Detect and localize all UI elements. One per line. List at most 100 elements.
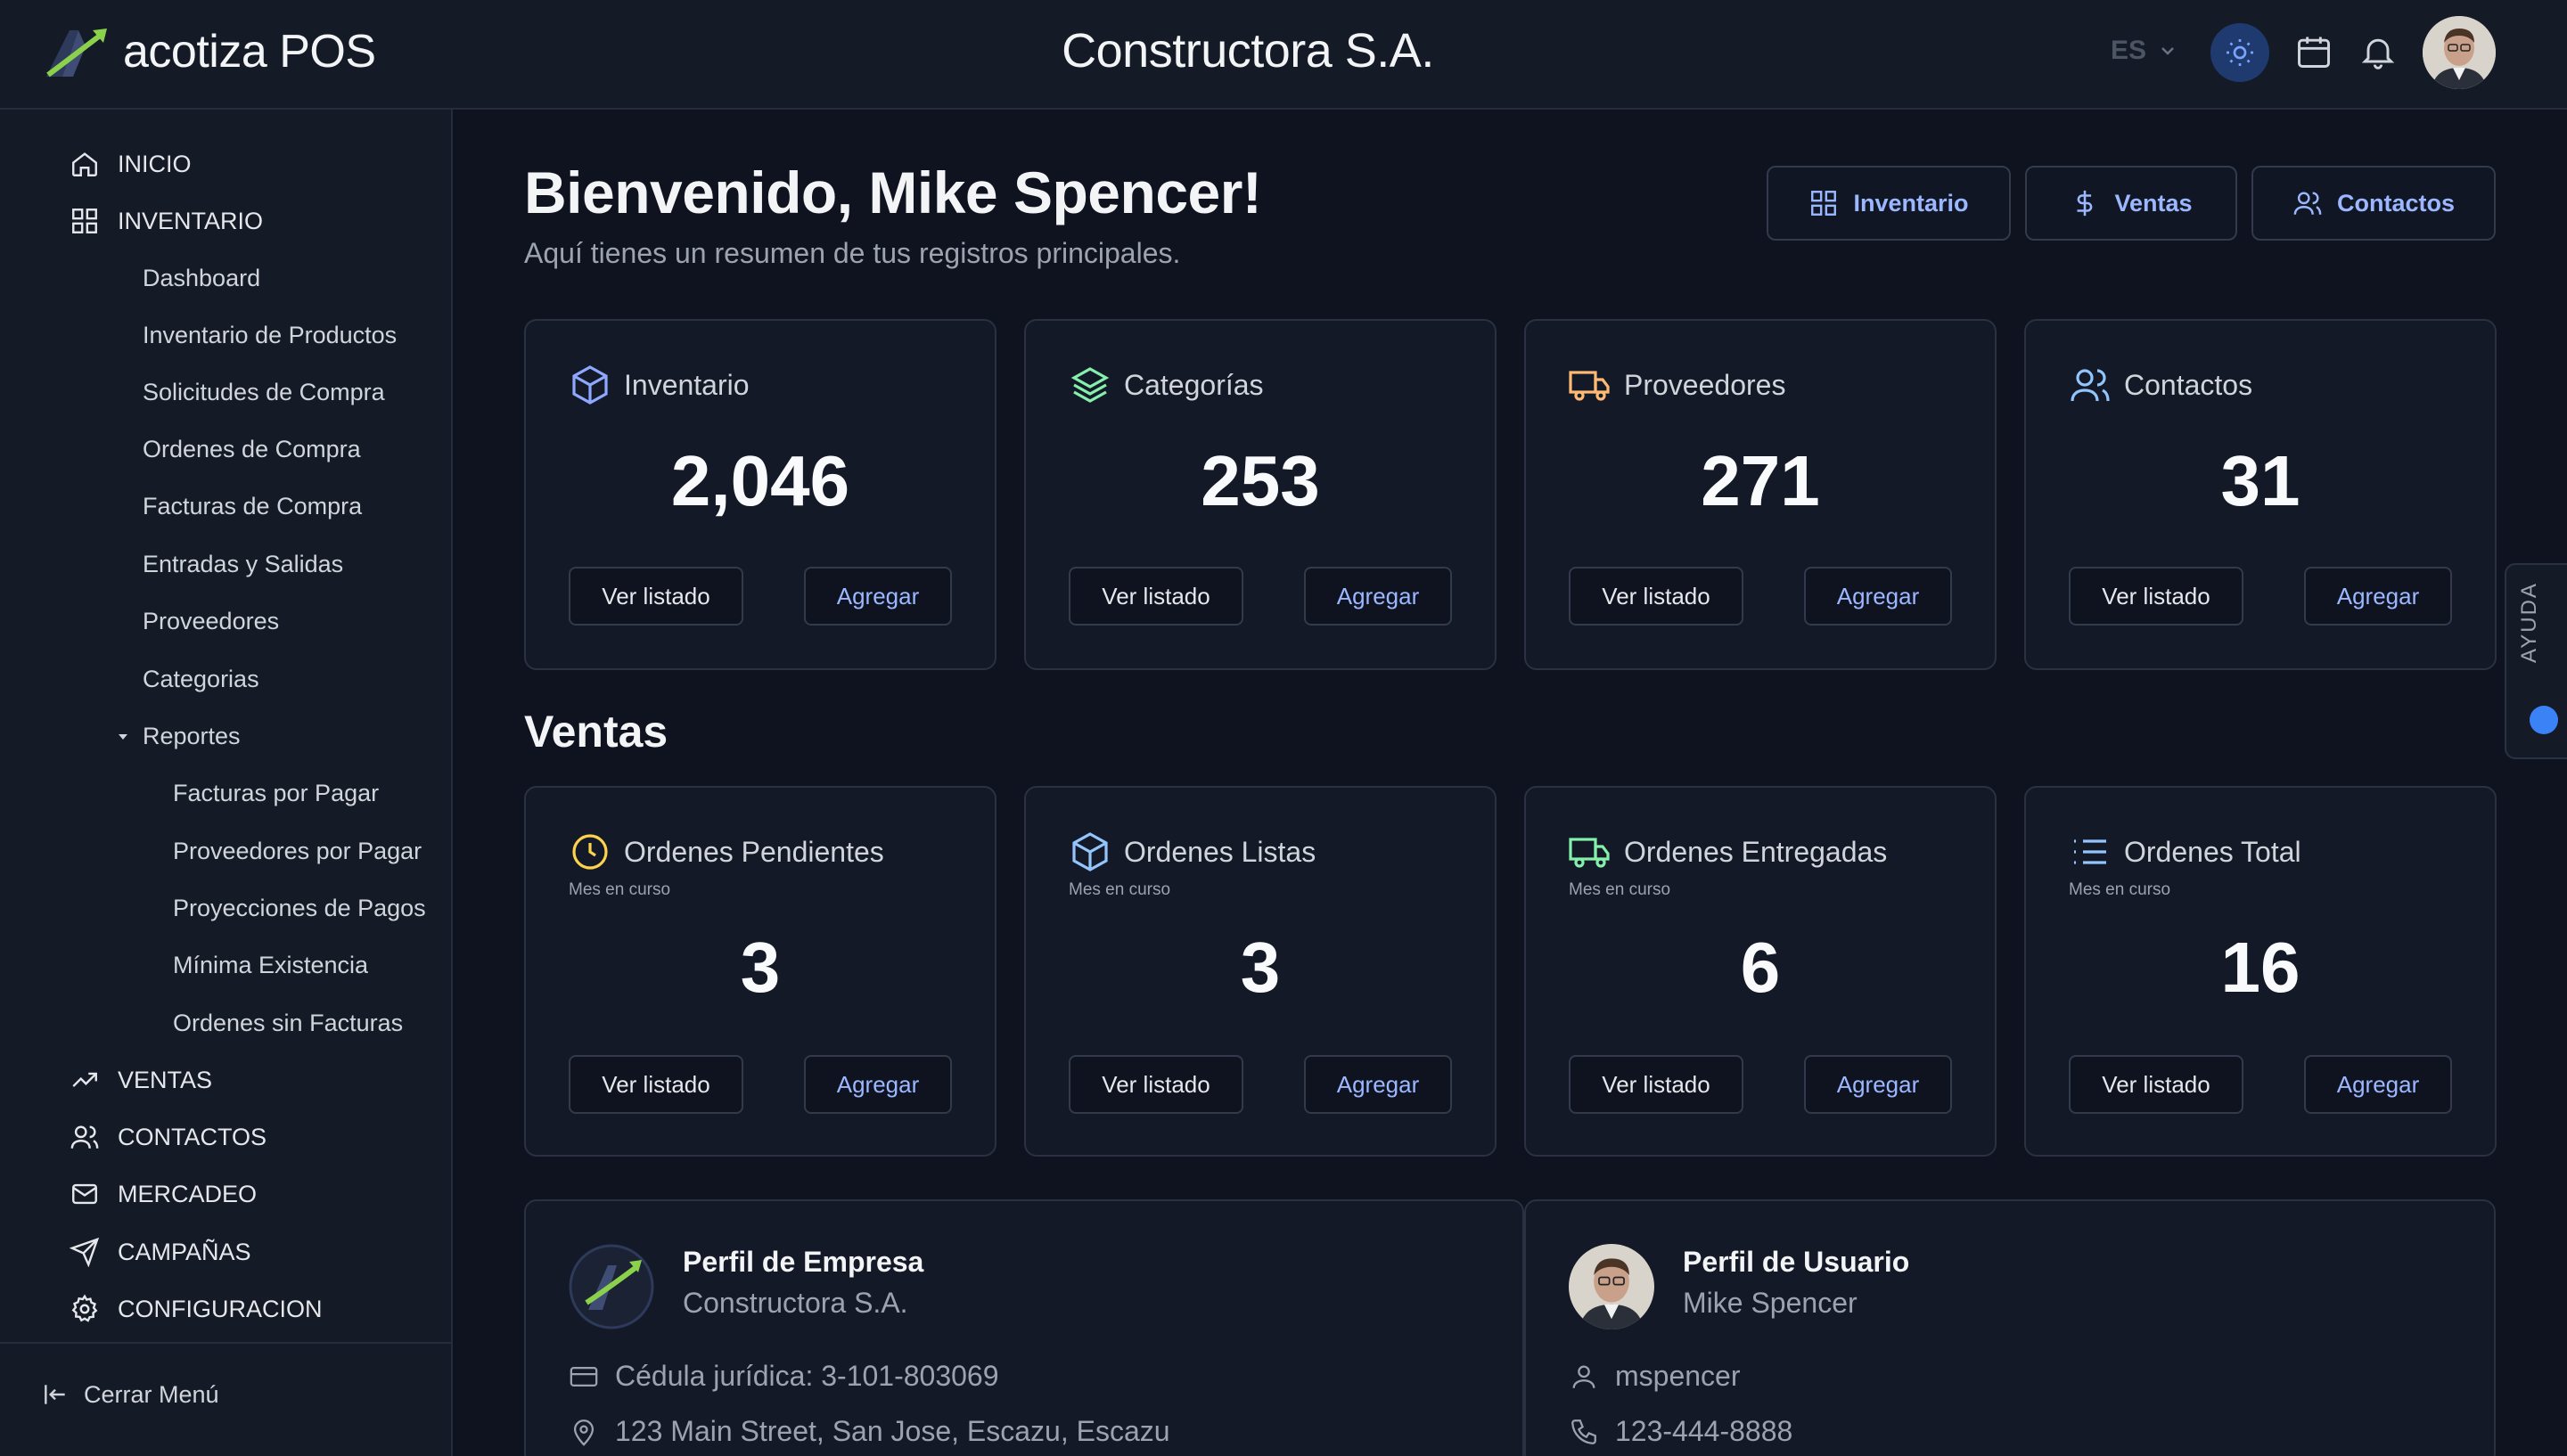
- sidebar-item-label: INICIO: [118, 150, 192, 177]
- ver-listado-button[interactable]: Ver listado: [1069, 1055, 1243, 1114]
- company-name: Constructora S.A.: [683, 1287, 908, 1319]
- quick-link-label: Ventas: [2114, 189, 2193, 217]
- card-caption: Mes en curso: [1569, 880, 1671, 899]
- card-header: Categorías: [1069, 364, 1264, 406]
- sidebar-sub-proyecciones-pagos[interactable]: Proyecciones de Pagos: [173, 895, 426, 922]
- clock-icon: [572, 834, 608, 870]
- sidebar-sub-ordenes-sin-facturas[interactable]: Ordenes sin Facturas: [173, 1010, 403, 1037]
- calendar-icon[interactable]: [2294, 32, 2333, 71]
- agregar-button[interactable]: Agregar: [2304, 567, 2452, 626]
- collapse-left-icon: [45, 1385, 65, 1404]
- card-value: 6: [1740, 928, 1781, 1007]
- id-card-icon: [570, 1366, 598, 1386]
- sidebar-item-label: INVENTARIO: [118, 207, 264, 234]
- sidebar-item-ventas[interactable]: VENTAS: [70, 1065, 212, 1095]
- card-value: 16: [2220, 928, 2300, 1007]
- quick-link-ventas[interactable]: Ventas: [2025, 166, 2237, 241]
- sidebar-sub-solicitudes-compra[interactable]: Solicitudes de Compra: [143, 379, 385, 406]
- ver-listado-button[interactable]: Ver listado: [2069, 1055, 2243, 1114]
- map-pin-icon: [573, 1419, 595, 1446]
- sidebar-sub-entradas-salidas[interactable]: Entradas y Salidas: [143, 551, 343, 578]
- user-username: mspencer: [1569, 1360, 1741, 1393]
- card-ordenes-total: Ordenes Total Mes en curso 16 Ver listad…: [2024, 786, 2497, 1157]
- quick-link-label: Contactos: [2336, 189, 2455, 217]
- card-value: 3: [1240, 928, 1281, 1007]
- layers-icon: [1070, 367, 1110, 403]
- sidebar-item-mercadeo[interactable]: MERCADEO: [70, 1179, 257, 1209]
- agregar-button[interactable]: Agregar: [804, 567, 952, 626]
- agregar-button[interactable]: Agregar: [1804, 567, 1952, 626]
- collapse-menu-button[interactable]: Cerrar Menú: [41, 1380, 219, 1409]
- sidebar-item-label: CONTACTOS: [118, 1123, 267, 1150]
- grid-icon: [1811, 191, 1837, 216]
- ver-listado-button[interactable]: Ver listado: [1569, 1055, 1743, 1114]
- sidebar-item-inicio[interactable]: INICIO: [70, 149, 192, 179]
- quick-link-inventario[interactable]: Inventario: [1767, 166, 2011, 241]
- reportes-label: Reportes: [143, 723, 241, 749]
- sidebar-item-contactos[interactable]: CONTACTOS: [70, 1122, 267, 1152]
- card-caption: Mes en curso: [1069, 880, 1171, 899]
- card-contactos: Contactos 31 Ver listado Agregar: [2024, 319, 2497, 670]
- card-header: Ordenes Entregadas: [1569, 830, 1887, 873]
- card-header: Contactos: [2069, 364, 2252, 406]
- box-icon: [1072, 832, 1108, 871]
- send-icon: [70, 1237, 100, 1267]
- ventas-section-title: Ventas: [524, 707, 668, 757]
- sidebar-sub-inventario-productos[interactable]: Inventario de Productos: [143, 322, 397, 349]
- sidebar-sub-facturas-pagar[interactable]: Facturas por Pagar: [173, 780, 379, 807]
- sidebar-item-campanas[interactable]: CAMPAÑAS: [70, 1237, 251, 1267]
- help-tab[interactable]: AYUDA: [2505, 563, 2567, 759]
- sidebar-sub-facturas-compra[interactable]: Facturas de Compra: [143, 493, 362, 520]
- agregar-button[interactable]: Agregar: [2304, 1055, 2452, 1114]
- cedula-text: Cédula jurídica: 3-101-803069: [615, 1360, 999, 1392]
- sidebar-sub-ordenes-compra[interactable]: Ordenes de Compra: [143, 436, 361, 463]
- card-title: Contactos: [2124, 368, 2253, 401]
- users-icon: [2293, 192, 2322, 215]
- quick-link-contactos[interactable]: Contactos: [2251, 166, 2496, 241]
- agregar-button[interactable]: Agregar: [804, 1055, 952, 1114]
- ver-listado-button[interactable]: Ver listado: [569, 567, 743, 626]
- address-text: 123 Main Street, San Jose, Escazu, Escaz…: [615, 1415, 1170, 1447]
- sidebar-item-label: CONFIGURACION: [118, 1295, 323, 1322]
- sidebar-sub-proveedores[interactable]: Proveedores: [143, 608, 279, 635]
- ver-listado-button[interactable]: Ver listado: [1069, 567, 1243, 626]
- card-ordenes-pendientes: Ordenes Pendientes Mes en curso 3 Ver li…: [524, 786, 996, 1157]
- sidebar-item-configuracion[interactable]: CONFIGURACION: [70, 1294, 323, 1324]
- user-icon: [1572, 1365, 1595, 1388]
- gear-icon: [71, 1294, 98, 1322]
- agregar-button[interactable]: Agregar: [1304, 1055, 1452, 1114]
- ver-listado-button[interactable]: Ver listado: [569, 1055, 743, 1114]
- card-value: 31: [2220, 441, 2300, 520]
- list-icon: [2074, 839, 2106, 864]
- bell-icon[interactable]: [2358, 32, 2398, 71]
- language-selector[interactable]: ES: [2111, 36, 2177, 66]
- card-ordenes-entregadas: Ordenes Entregadas Mes en curso 6 Ver li…: [1524, 786, 1997, 1157]
- card-title: Ordenes Listas: [1124, 835, 1316, 868]
- sidebar-sub-categorias[interactable]: Categorias: [143, 666, 259, 693]
- sidebar-divider: [0, 1342, 451, 1344]
- ver-listado-button[interactable]: Ver listado: [1569, 567, 1743, 626]
- card-title: Ordenes Entregadas: [1624, 835, 1888, 868]
- company-logo: [569, 1244, 654, 1329]
- chevron-down-icon: [2161, 47, 2174, 55]
- user-phone: 123-444-8888: [1569, 1415, 1792, 1448]
- card-title: Ordenes Pendientes: [624, 835, 884, 868]
- sidebar-sub-minima-existencia[interactable]: Mínima Existencia: [173, 952, 368, 979]
- sun-icon: [2227, 39, 2253, 66]
- top-bar: acotiza POS Constructora S.A. ES: [0, 0, 2567, 110]
- agregar-button[interactable]: Agregar: [1804, 1055, 1952, 1114]
- collapse-menu-label: Cerrar Menú: [84, 1380, 219, 1408]
- theme-toggle-button[interactable]: [2210, 23, 2269, 82]
- ver-listado-button[interactable]: Ver listado: [2069, 567, 2243, 626]
- sidebar-sub-dashboard[interactable]: Dashboard: [143, 265, 260, 292]
- user-profile-card: Perfil de Usuario Mike Spencer mspencer …: [1524, 1199, 2496, 1456]
- sidebar-group-reportes[interactable]: Reportes: [116, 723, 241, 750]
- card-title: Ordenes Total: [2124, 835, 2301, 868]
- help-label: AYUDA: [2517, 582, 2541, 663]
- sidebar-item-inventario[interactable]: INVENTARIO: [70, 206, 263, 236]
- user-avatar[interactable]: [2423, 16, 2496, 89]
- agregar-button[interactable]: Agregar: [1304, 567, 1452, 626]
- card-header: Proveedores: [1569, 364, 1785, 406]
- sidebar-sub-proveedores-pagar[interactable]: Proveedores por Pagar: [173, 838, 422, 865]
- grid-icon: [72, 209, 97, 233]
